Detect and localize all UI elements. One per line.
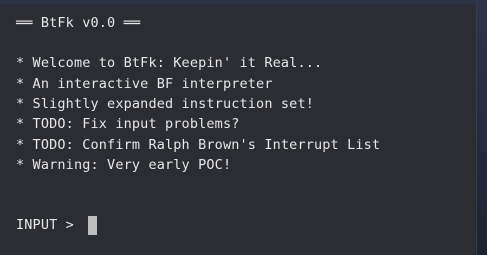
terminal-line: * Warning: Very early POC! bbox=[16, 157, 232, 173]
terminal-line: * TODO: Confirm Ralph Brown's Interrupt … bbox=[16, 137, 381, 153]
terminal-line: * Welcome to BtFk: Keepin' it Real... bbox=[16, 55, 323, 71]
terminal-window[interactable]: ══ BtFk v0.0 ══ * Welcome to BtFk: Keepi… bbox=[0, 4, 477, 255]
desktop-background bbox=[476, 0, 487, 255]
terminal-line: * TODO: Fix input problems? bbox=[16, 116, 240, 132]
terminal-title: ══ BtFk v0.0 ══ bbox=[16, 15, 141, 31]
input-prompt: INPUT > bbox=[16, 217, 83, 233]
terminal-line: * Slightly expanded instruction set! bbox=[16, 96, 314, 112]
terminal-line: * An interactive BF interpreter bbox=[16, 76, 273, 92]
text-cursor[interactable] bbox=[88, 216, 97, 235]
